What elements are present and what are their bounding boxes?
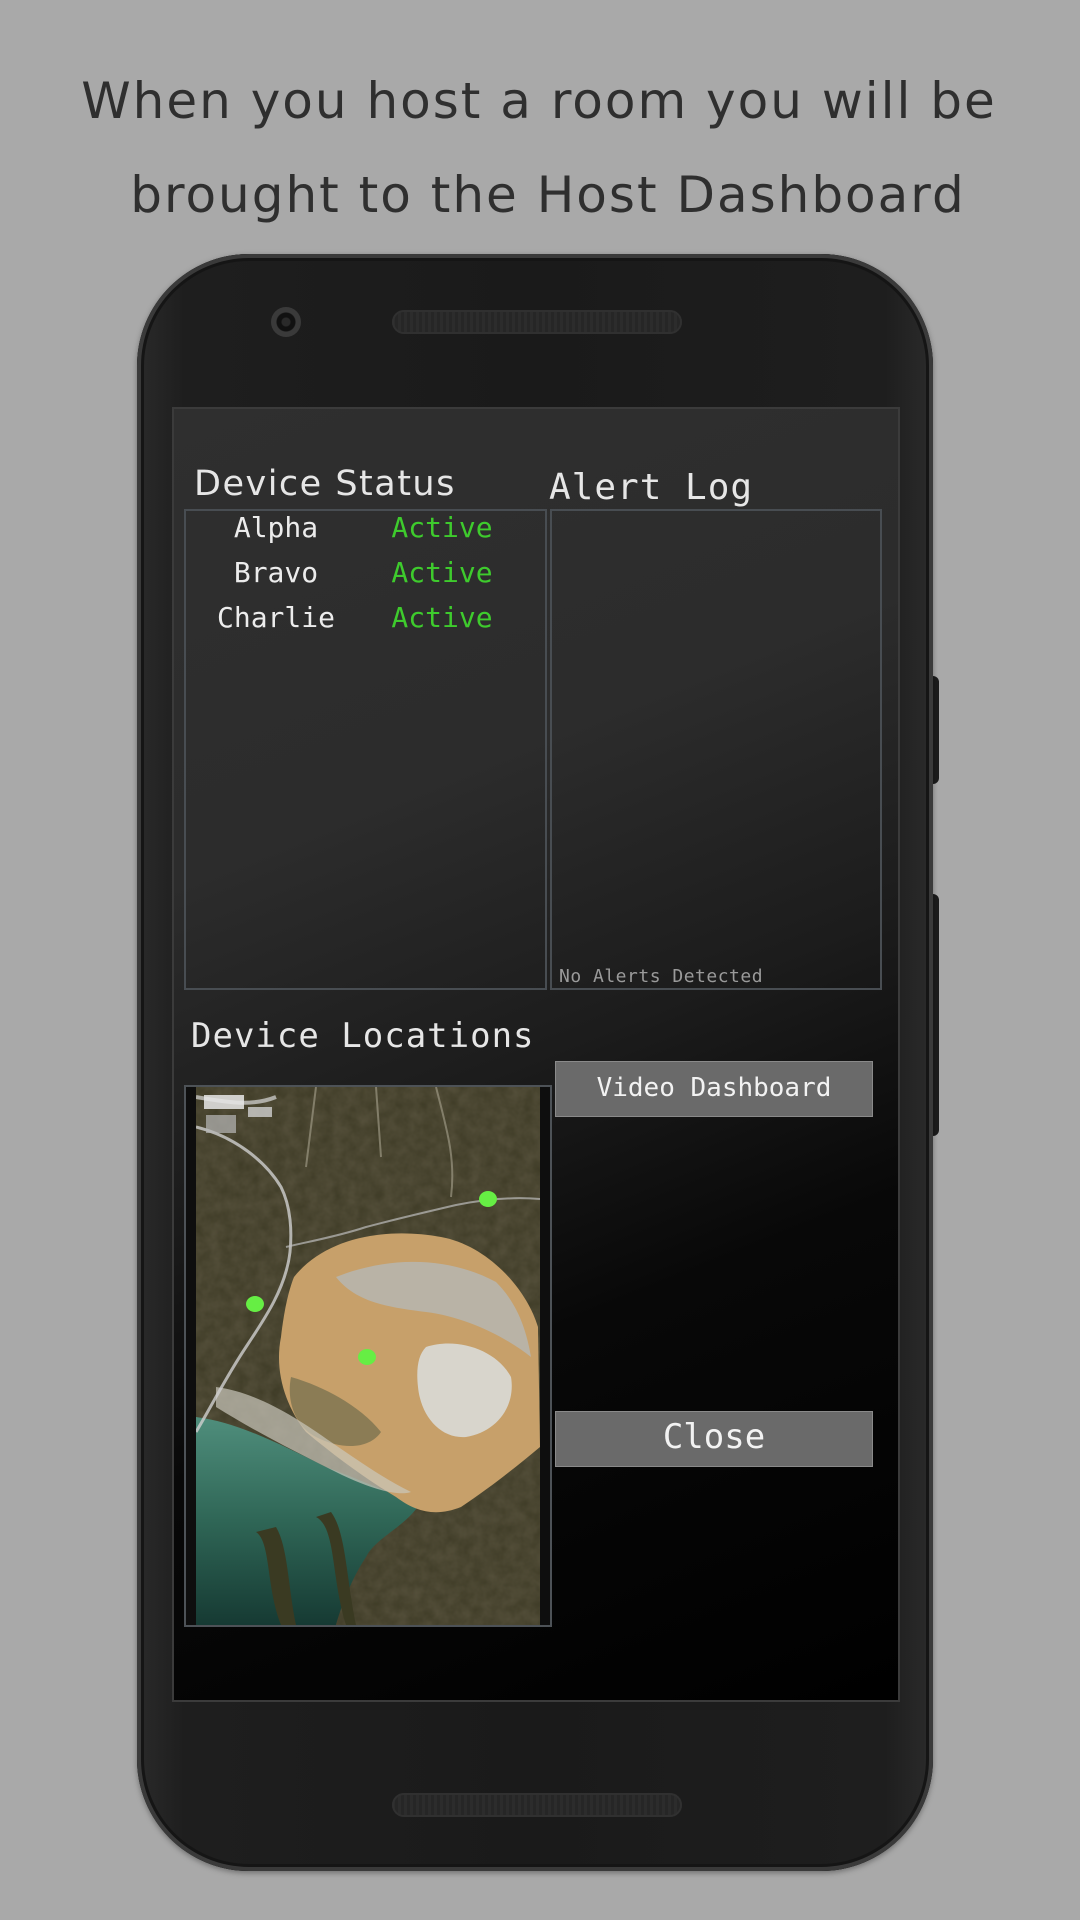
- device-name: Alpha: [233, 511, 319, 544]
- device-status-title: Device Status: [194, 464, 456, 504]
- device-status: Active: [391, 556, 493, 589]
- device-status: Active: [391, 601, 493, 634]
- device-name: Charlie: [216, 601, 335, 634]
- host-dashboard-screen: Device Status Alert Log Alpha Active Bra…: [174, 409, 898, 1700]
- satellite-map-image: [196, 1087, 540, 1625]
- camera-icon: [271, 307, 301, 337]
- device-location-map[interactable]: [184, 1085, 552, 1627]
- device-locations-title: Device Locations: [191, 1016, 535, 1056]
- video-dashboard-button[interactable]: Video Dashboard: [555, 1061, 873, 1117]
- device-row[interactable]: Bravo Active: [186, 556, 545, 600]
- device-row[interactable]: Charlie Active: [186, 601, 545, 645]
- alert-log-title: Alert Log: [549, 467, 754, 508]
- location-marker-icon[interactable]: [479, 1191, 497, 1207]
- device-row[interactable]: Alpha Active: [186, 511, 545, 555]
- speaker-grille-icon: [392, 310, 682, 334]
- alert-log-panel[interactable]: No Alerts Detected: [550, 509, 882, 990]
- caption-line-2: brought to the Host Dashboard: [130, 166, 966, 224]
- location-marker-icon[interactable]: [358, 1349, 376, 1365]
- location-marker-icon[interactable]: [246, 1296, 264, 1312]
- speaker-grille-icon: [392, 1793, 682, 1817]
- device-status-list: Alpha Active Bravo Active Charlie Active: [184, 509, 547, 990]
- device-name: Bravo: [233, 556, 319, 589]
- close-button[interactable]: Close: [555, 1411, 873, 1467]
- no-alerts-message: No Alerts Detected: [559, 966, 764, 987]
- device-status: Active: [391, 511, 493, 544]
- caption-line-1: When you host a room you will be: [81, 72, 997, 130]
